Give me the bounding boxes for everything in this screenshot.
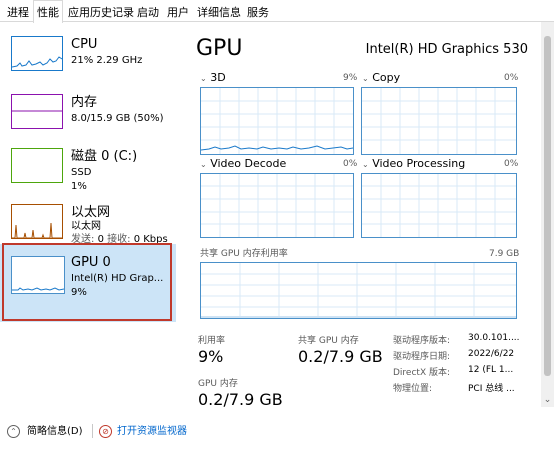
engine-3d-graph — [200, 87, 354, 155]
sidebar-item-sub: SSD — [71, 167, 92, 178]
utilization-value: 9% — [198, 347, 224, 366]
shared-memory-caption: 共享 GPU 内存利用率 — [200, 249, 288, 259]
grid-video-decode — [201, 174, 353, 237]
page-title: GPU — [196, 36, 243, 61]
engine-label: Video Processing — [372, 157, 466, 170]
sidebar-item-title: 内存 — [71, 95, 98, 110]
grid-copy — [362, 88, 516, 154]
tab-users[interactable]: 用户 — [163, 2, 193, 22]
engine-label: 3D — [210, 71, 226, 84]
driver-date-label: 驱动程序日期: — [393, 352, 451, 362]
engine-label: Video Decode — [210, 157, 287, 170]
scrollbar-thumb[interactable] — [544, 36, 551, 376]
tab-performance[interactable]: 性能 — [33, 0, 63, 23]
sidebar-item-sub: 以太网 — [71, 221, 101, 232]
disk-thumbnail-graph — [11, 148, 63, 183]
engine-copy-selector[interactable]: ⌄ Copy — [362, 71, 400, 85]
footer: ⌃ 简略信息(D) ⊘ 打开资源监视器 — [0, 410, 554, 451]
sidebar-item-disk[interactable]: 磁盘 0 (C:) SSD 1% — [0, 134, 176, 192]
sidebar-item-sub: 8.0/15.9 GB (50%) — [71, 113, 164, 124]
engine-label: Copy — [372, 71, 401, 84]
sidebar-item-ethernet[interactable]: 以太网 以太网 发送: 0 接收: 0 Kbps — [0, 190, 176, 246]
shared-mem-value: 0.2/7.9 GB — [298, 347, 383, 366]
sidebar-item-title: GPU 0 — [71, 255, 111, 270]
driver-date-value: 2022/6/22 — [468, 349, 515, 359]
shared-memory-max: 7.9 GB — [489, 249, 520, 259]
shared-memory-fill — [201, 316, 516, 318]
vertical-scrollbar[interactable]: ⌄ — [541, 22, 554, 407]
tab-app-history[interactable]: 应用历史记录 — [64, 2, 138, 22]
gpu-model-name: Intel(R) HD Graphics 530 — [365, 42, 528, 57]
sidebar-item-title: 磁盘 0 (C:) — [71, 149, 138, 164]
engine-video-processing-selector[interactable]: ⌄ Video Processing — [362, 157, 465, 171]
grid-shared-memory — [201, 263, 516, 318]
collapse-chevron-up-icon[interactable]: ⌃ — [7, 425, 20, 438]
shared-mem-label: 共享 GPU 内存 — [298, 336, 359, 346]
physical-location-value: PCI 总线 ... — [468, 384, 515, 394]
sidebar-item-sub: 21% 2.29 GHz — [71, 55, 143, 66]
chevron-down-icon: ⌄ — [200, 74, 207, 83]
driver-version-value: 30.0.101.... — [468, 333, 520, 343]
footer-divider — [92, 424, 93, 438]
grid-video-processing — [362, 174, 516, 237]
open-resource-monitor-link[interactable]: 打开资源监视器 — [117, 425, 187, 438]
sidebar-item-cpu[interactable]: CPU 21% 2.29 GHz — [0, 22, 176, 78]
utilization-label: 利用率 — [198, 336, 226, 346]
engine-percent: 0% — [504, 73, 519, 83]
fewer-details-link[interactable]: 简略信息(D) — [27, 425, 83, 438]
sidebar-item-sub2: 9% — [71, 287, 87, 298]
resource-monitor-icon: ⊘ — [99, 425, 112, 438]
memory-thumbnail-graph — [11, 94, 63, 129]
physical-location-label: 物理位置: — [393, 384, 433, 394]
gpu-thumbnail-graph — [11, 256, 65, 294]
chevron-down-icon: ⌄ — [200, 160, 207, 169]
directx-version-value: 12 (FL 1... — [468, 365, 514, 375]
tab-processes[interactable]: 进程 — [3, 2, 33, 22]
tab-services[interactable]: 服务 — [243, 2, 273, 22]
tab-bar: 进程 性能 应用历史记录 启动 用户 详细信息 服务 — [0, 0, 554, 23]
engine-percent: 0% — [504, 159, 519, 169]
engine-video-decode-selector[interactable]: ⌄ Video Decode — [200, 157, 286, 171]
grid-3d — [201, 88, 353, 154]
tab-startup[interactable]: 启动 — [133, 2, 163, 22]
chevron-down-icon: ⌄ — [362, 74, 369, 83]
engine-video-processing-graph — [361, 173, 517, 238]
sidebar-item-title: CPU — [71, 37, 98, 52]
chevron-down-icon: ⌄ — [362, 160, 369, 169]
gpu-mem-label: GPU 内存 — [198, 379, 238, 389]
directx-version-label: DirectX 版本: — [393, 368, 451, 378]
shared-memory-graph — [200, 262, 517, 319]
engine-video-decode-graph — [200, 173, 354, 238]
ethernet-thumbnail-graph — [11, 204, 63, 239]
engine-percent: 9% — [343, 73, 358, 83]
engine-3d-selector[interactable]: ⌄ 3D — [200, 71, 226, 85]
gpu-mem-value: 0.2/7.9 GB — [198, 390, 283, 409]
sidebar-item-gpu[interactable]: GPU 0 Intel(R) HD Grap... 9% — [0, 244, 176, 322]
engine-copy-graph — [361, 87, 517, 155]
sidebar: CPU 21% 2.29 GHz 内存 8.0/15.9 GB (50%) 磁盘… — [0, 22, 176, 407]
engine-percent: 0% — [343, 159, 358, 169]
scroll-down-arrow-icon[interactable]: ⌄ — [543, 396, 552, 405]
sidebar-item-memory[interactable]: 内存 8.0/15.9 GB (50%) — [0, 80, 176, 136]
gpu-detail-panel: GPU Intel(R) HD Graphics 530 ⌄ 3D 9% ⌄ C… — [186, 22, 532, 409]
sidebar-item-title: 以太网 — [71, 205, 111, 220]
tab-details[interactable]: 详细信息 — [193, 2, 245, 22]
cpu-thumbnail-graph — [11, 36, 63, 71]
driver-version-label: 驱动程序版本: — [393, 336, 451, 346]
sidebar-item-sub: Intel(R) HD Grap... — [71, 273, 164, 284]
